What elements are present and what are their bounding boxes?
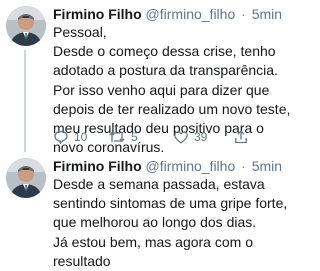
retweet-count: 5 [131,130,138,144]
avatar[interactable] [6,6,46,46]
like-button[interactable]: 39 [173,128,207,146]
like-icon [174,131,188,144]
thread-line [24,50,26,152]
separator-dot: · [241,6,246,22]
share-icon [235,130,247,144]
tweet-paragraph: Desde a semana passada, estava sentindo … [53,176,288,231]
tweet-header: Firmino Filho @firmino_filho · 5min [53,4,296,24]
author-name[interactable]: Firmino Filho [53,158,142,174]
tweet-paragraph: Pessoal, [53,24,107,40]
separator-dot: · [241,158,246,174]
tweet[interactable]: Firmino Filho @firmino_filho · 5min Pess… [0,0,300,155]
author-name[interactable]: Firmino Filho [53,6,142,22]
avatar[interactable] [6,158,46,198]
tweet-actions: 10 5 39 [53,128,293,146]
author-handle[interactable]: @firmino_filho [146,158,236,174]
share-button[interactable] [233,128,249,146]
author-handle[interactable]: @firmino_filho [146,6,236,22]
like-count: 39 [194,130,208,144]
retweet-icon [109,131,125,143]
retweet-button[interactable]: 5 [108,128,138,146]
reply-count: 10 [74,130,88,144]
tweet-text: Desde a semana passada, estava sentindo … [53,175,297,271]
timestamp[interactable]: 5min [252,6,282,22]
reply-icon [54,130,68,144]
timestamp[interactable]: 5min [252,158,282,174]
tweet[interactable]: Firmino Filho @firmino_filho · 5min Desd… [0,152,300,269]
reply-button[interactable]: 10 [53,128,87,146]
tweet-header: Firmino Filho @firmino_filho · 5min [53,156,296,176]
tweet-paragraph: Já estou bem, mas agora com o resultado [53,233,253,269]
